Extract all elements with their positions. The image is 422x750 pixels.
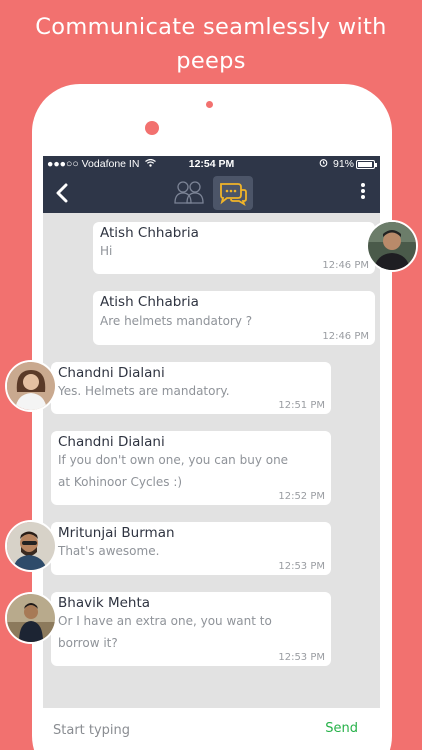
back-button[interactable] [55,178,75,208]
message-bubble[interactable]: Mritunjai Burman That's awesome. 12:53 P… [51,522,331,575]
battery-percent: 91% [319,158,354,170]
more-dot [361,195,365,199]
headline-line-1: Communicate seamlessly with peeps [35,14,387,74]
message-text: Hi [100,244,113,258]
message-time: 12:51 PM [278,400,325,411]
sender-name: Mritunjai Burman [58,525,175,541]
message-text: That's awesome. [58,544,160,558]
profile-photo [7,522,55,570]
profile-photo [7,594,55,642]
more-dot [361,189,365,193]
phone-speaker [206,101,213,108]
message-time: 12:52 PM [278,491,325,502]
sender-name: Atish Chhabria [100,294,199,310]
avatar[interactable] [366,220,418,272]
sender-name: Atish Chhabria [100,225,199,241]
message-time: 12:53 PM [278,652,325,663]
avatar[interactable] [5,592,57,644]
tab-chat[interactable] [213,176,253,210]
more-options-button[interactable] [360,181,366,205]
avatar[interactable] [5,520,57,572]
send-button[interactable]: Send [325,721,358,736]
message-text: at Kohinoor Cycles :) [58,475,183,489]
alarm-icon [319,159,328,167]
message-composer: Send [43,708,380,750]
profile-photo [7,362,55,410]
phone-camera [145,121,159,135]
message-text: Are helmets mandatory ? [100,314,253,328]
message-text: Or I have an extra one, you want to [58,614,272,628]
sender-name: Chandni Dialani [58,365,165,381]
message-bubble[interactable]: Chandni Dialani Yes. Helmets are mandato… [51,362,331,414]
message-bubble[interactable]: Atish Chhabria Hi 12:46 PM [93,222,375,274]
message-text: If you don't own one, you can buy one [58,453,289,467]
more-vertical-icon [361,183,365,187]
message-bubble[interactable]: Atish Chhabria Are helmets mandatory ? 1… [93,291,375,345]
sender-name: Bhavik Mehta [58,595,151,611]
status-bar: ●●●○○ Vodafone IN 12:54 PM 91% [43,156,380,173]
message-time: 12:46 PM [322,331,369,342]
message-bubble[interactable]: Chandni Dialani If you don't own one, yo… [51,431,331,505]
battery-text: 91% [332,158,354,170]
message-text: Yes. Helmets are mandatory. [58,384,230,398]
message-input[interactable] [53,720,303,740]
message-text: borrow it? [58,636,118,650]
chevron-left-icon [56,183,68,203]
chat-nav-bar [43,173,380,213]
message-time: 12:46 PM [322,260,369,271]
message-time: 12:53 PM [278,561,325,572]
profile-photo [368,222,416,270]
message-bubble[interactable]: Bhavik Mehta Or I have an extra one, you… [51,592,331,666]
tab-group[interactable] [169,176,209,210]
sender-name: Chandni Dialani [58,434,165,450]
battery-icon [356,160,377,169]
avatar[interactable] [5,360,57,412]
group-icon [174,181,204,204]
chat-bubbles-icon [220,183,247,207]
